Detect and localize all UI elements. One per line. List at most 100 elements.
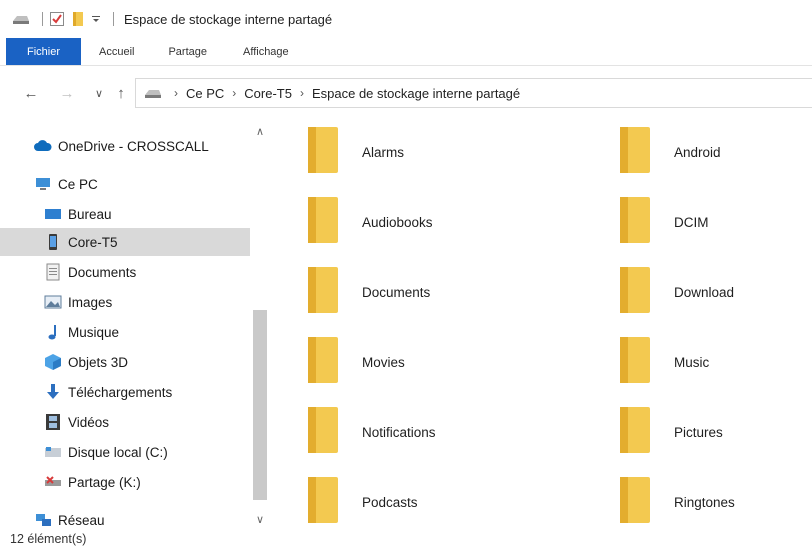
pictures-icon <box>44 293 62 311</box>
folder-label: Notifications <box>362 424 436 440</box>
customize-dropdown-icon[interactable] <box>91 14 101 24</box>
folder-podcasts[interactable]: Podcasts <box>304 474 418 530</box>
nav-item-label: Vidéos <box>68 414 110 430</box>
folder-android[interactable]: Android <box>616 124 721 180</box>
ribbon-tabs: Fichier Accueil Partage Affichage <box>0 38 812 66</box>
local-disk-icon <box>44 443 62 461</box>
documents-icon <box>44 263 62 281</box>
address-bar[interactable]: › Ce PC › Core-T5 › Espace de stockage i… <box>135 78 812 108</box>
drive-icon[interactable] <box>12 13 30 25</box>
nav-item-label: Images <box>68 294 113 310</box>
folder-icon <box>616 125 654 180</box>
folder-icon <box>304 335 342 390</box>
nav-item-label: Partage (K:) <box>68 474 141 490</box>
folder-label: Documents <box>362 284 431 300</box>
folder-label: Podcasts <box>362 494 418 510</box>
breadcrumb-chevron-icon[interactable]: › <box>232 86 236 100</box>
drive-icon <box>144 87 162 99</box>
navigation-scrollbar[interactable]: ∧ ∨ <box>250 120 270 530</box>
folder-icon <box>616 195 654 250</box>
folder-movies[interactable]: Movies <box>304 334 405 390</box>
breadcrumb-chevron-icon[interactable]: › <box>300 86 304 100</box>
folder-label: Audiobooks <box>362 214 433 230</box>
this-pc-icon <box>34 175 52 193</box>
folder-icon <box>304 265 342 320</box>
tab-partage[interactable]: Partage <box>148 38 221 65</box>
nav-item-label: Documents <box>68 264 137 280</box>
tab-fichier[interactable]: Fichier <box>6 38 81 65</box>
title-separator <box>113 12 114 26</box>
nav-item-partage-k[interactable]: Partage (K:) <box>44 468 141 496</box>
nav-item-documents[interactable]: Documents <box>44 258 136 286</box>
breadcrumb-current-folder[interactable]: Espace de stockage interne partagé <box>312 86 520 101</box>
folder-icon <box>304 405 342 460</box>
scrollbar-thumb[interactable] <box>253 310 267 500</box>
scroll-down-arrow-icon[interactable]: ∨ <box>250 510 270 528</box>
folder-content-area: Alarms Android Audiobooks DCIM Documents… <box>270 120 812 530</box>
nav-item-musique[interactable]: Musique <box>44 318 119 346</box>
title-bar: Espace de stockage interne partagé <box>0 0 812 38</box>
nav-item-objets-3d[interactable]: Objets 3D <box>44 348 128 376</box>
window-title: Espace de stockage interne partagé <box>124 11 333 27</box>
network-icon <box>34 511 52 529</box>
desktop-icon <box>44 205 62 223</box>
recent-locations-chevron-icon[interactable]: ∨ <box>88 82 110 104</box>
scroll-up-arrow-icon[interactable]: ∧ <box>250 122 270 140</box>
nav-item-core-t5[interactable]: Core-T5 <box>0 228 250 256</box>
tab-accueil[interactable]: Accueil <box>81 38 148 65</box>
breadcrumb-core-t5[interactable]: Core-T5 <box>244 86 292 101</box>
forward-arrow-icon[interactable]: → <box>56 82 78 104</box>
folder-icon <box>304 125 342 180</box>
nav-item-bureau[interactable]: Bureau <box>44 200 112 228</box>
3d-objects-icon <box>44 353 62 371</box>
folder-icon <box>616 405 654 460</box>
nav-item-label: OneDrive - CROSSCALL <box>58 138 209 154</box>
tab-affichage[interactable]: Affichage <box>221 38 303 65</box>
folder-pictures[interactable]: Pictures <box>616 404 723 460</box>
folder-icon <box>304 475 342 530</box>
nav-item-images[interactable]: Images <box>44 288 112 316</box>
nav-item-label: Téléchargements <box>68 384 173 400</box>
nav-item-label: Objets 3D <box>68 354 129 370</box>
breadcrumb-ce-pc[interactable]: Ce PC <box>186 86 224 101</box>
nav-item-label: Musique <box>68 324 120 340</box>
music-note-icon <box>44 323 62 341</box>
folder-notifications[interactable]: Notifications <box>304 404 436 460</box>
nav-item-onedrive[interactable]: OneDrive - CROSSCALL <box>34 132 209 160</box>
nav-item-telechargements[interactable]: Téléchargements <box>44 378 172 406</box>
folder-dcim[interactable]: DCIM <box>616 194 709 250</box>
folder-ringtones[interactable]: Ringtones <box>616 474 735 530</box>
nav-item-label: Réseau <box>58 512 105 528</box>
folder-icon[interactable] <box>71 11 85 27</box>
folder-music[interactable]: Music <box>616 334 709 390</box>
folder-audiobooks[interactable]: Audiobooks <box>304 194 433 250</box>
folder-icon <box>304 195 342 250</box>
folder-download[interactable]: Download <box>616 264 734 320</box>
nav-item-reseau[interactable]: Réseau <box>34 506 105 534</box>
onedrive-cloud-icon <box>34 137 52 155</box>
breadcrumb-chevron-icon[interactable]: › <box>174 86 178 100</box>
properties-check-icon[interactable] <box>49 11 65 27</box>
folder-label: Android <box>674 144 721 160</box>
folder-label: DCIM <box>674 214 709 230</box>
folder-label: Pictures <box>674 424 723 440</box>
nav-item-label: Core-T5 <box>68 234 118 250</box>
back-arrow-icon[interactable]: ← <box>20 82 42 104</box>
navigation-bar: ← → ∨ ↑ › Ce PC › Core-T5 › Espace de st… <box>0 66 812 120</box>
up-arrow-icon[interactable]: ↑ <box>110 82 132 104</box>
folder-alarms[interactable]: Alarms <box>304 124 404 180</box>
nav-item-videos[interactable]: Vidéos <box>44 408 109 436</box>
folder-icon <box>616 265 654 320</box>
nav-item-ce-pc[interactable]: Ce PC <box>34 170 98 198</box>
folder-icon <box>616 475 654 530</box>
network-drive-disconnected-icon <box>44 473 62 491</box>
nav-item-label: Disque local (C:) <box>68 444 168 460</box>
folder-label: Movies <box>362 354 405 370</box>
nav-item-label: Ce PC <box>58 176 98 192</box>
folder-label: Ringtones <box>674 494 735 510</box>
folder-label: Alarms <box>362 144 405 160</box>
folder-label: Music <box>674 354 710 370</box>
folder-documents[interactable]: Documents <box>304 264 430 320</box>
folder-icon <box>616 335 654 390</box>
nav-item-disque-local[interactable]: Disque local (C:) <box>44 438 168 466</box>
